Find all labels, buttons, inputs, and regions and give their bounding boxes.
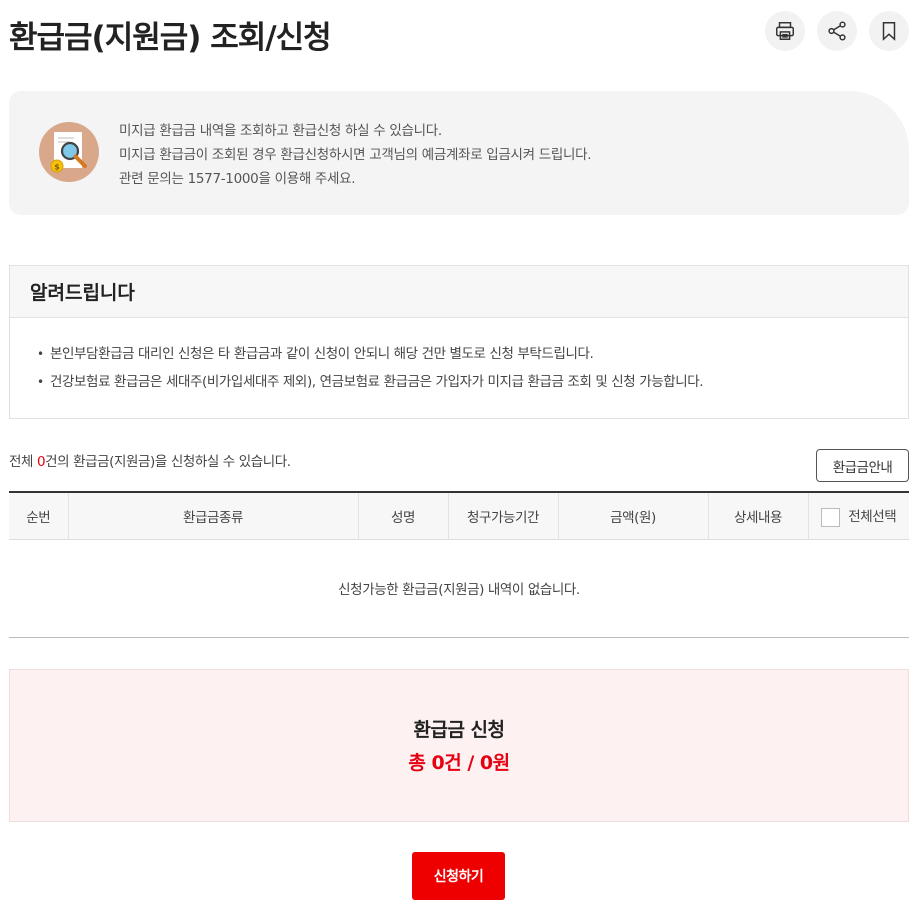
table-row: 신청가능한 환급금(지원금) 내역이 없습니다. (9, 539, 909, 638)
apply-submit-button[interactable]: 신청하기 (412, 852, 505, 900)
select-all-checkbox[interactable] (821, 507, 841, 527)
print-button[interactable] (765, 11, 805, 51)
info-line: 관련 문의는 1577-1000을 이용해 주세요. (119, 171, 356, 187)
info-line: 미지급 환급금이 조회된 경우 환급신청하시면 고객님의 예금계좌로 입금시켜 … (119, 147, 592, 163)
bookmark-button[interactable] (869, 11, 909, 51)
share-button[interactable] (817, 11, 857, 51)
empty-message: 신청가능한 환급금(지원금) 내역이 없습니다. (9, 539, 909, 638)
col-select-all: 전체선택 (807, 491, 909, 540)
svg-text:$: $ (54, 163, 60, 172)
col-refund-type: 환급금종류 (67, 491, 358, 540)
notice-title: 알려드립니다 (10, 266, 908, 318)
table-header-row: 순번 환급금종류 성명 청구가능기간 금액(원) 상세내용 전체선택 (9, 491, 909, 540)
refund-guide-button[interactable]: 환급금안내 (816, 449, 909, 482)
col-amount: 금액(원) (557, 491, 708, 540)
col-number: 순번 (9, 491, 68, 540)
apply-title: 환급금 신청 (413, 719, 505, 741)
apply-summary-box: 환급금 신청 총 0건 / 0원 (9, 669, 909, 822)
summary-suffix: 건의 환급금(지원금)을 신청하실 수 있습니다. (45, 454, 291, 470)
notice-item: 본인부담환급금 대리인 신청은 타 환급금과 같이 신청이 안되니 해당 건만 … (37, 340, 908, 368)
refund-table: 순번 환급금종류 성명 청구가능기간 금액(원) 상세내용 전체선택 신청가능한… (9, 491, 909, 638)
info-box: $ 미지급 환급금 내역을 조회하고 환급신청 하실 수 있습니다. 미지급 환… (9, 91, 909, 215)
col-period: 청구가능기간 (447, 491, 558, 540)
search-document-icon: $ (39, 122, 99, 182)
apply-total: 총 0건 / 0원 (408, 752, 510, 774)
summary-prefix: 전체 (9, 454, 37, 470)
notice-list: 본인부담환급금 대리인 신청은 타 환급금과 같이 신청이 안되니 해당 건만 … (10, 318, 908, 396)
summary-count: 0 (36, 454, 46, 470)
select-all-label: 전체선택 (848, 509, 897, 525)
summary-text: 전체 0건의 환급금(지원금)을 신청하실 수 있습니다. (9, 450, 291, 470)
notice-box: 알려드립니다 본인부담환급금 대리인 신청은 타 환급금과 같이 신청이 안되니… (9, 265, 909, 419)
share-icon (828, 21, 846, 41)
col-name: 성명 (357, 491, 448, 540)
print-icon (776, 22, 794, 40)
notice-item: 건강보험료 환급금은 세대주(비가입세대주 제외), 연금보험료 환급금은 가입… (37, 368, 908, 396)
info-line: 미지급 환급금 내역을 조회하고 환급신청 하실 수 있습니다. (119, 123, 442, 139)
bookmark-icon (882, 22, 896, 41)
page-title: 환급금(지원금) 조회/신청 (9, 20, 332, 56)
col-detail: 상세내용 (707, 491, 808, 540)
